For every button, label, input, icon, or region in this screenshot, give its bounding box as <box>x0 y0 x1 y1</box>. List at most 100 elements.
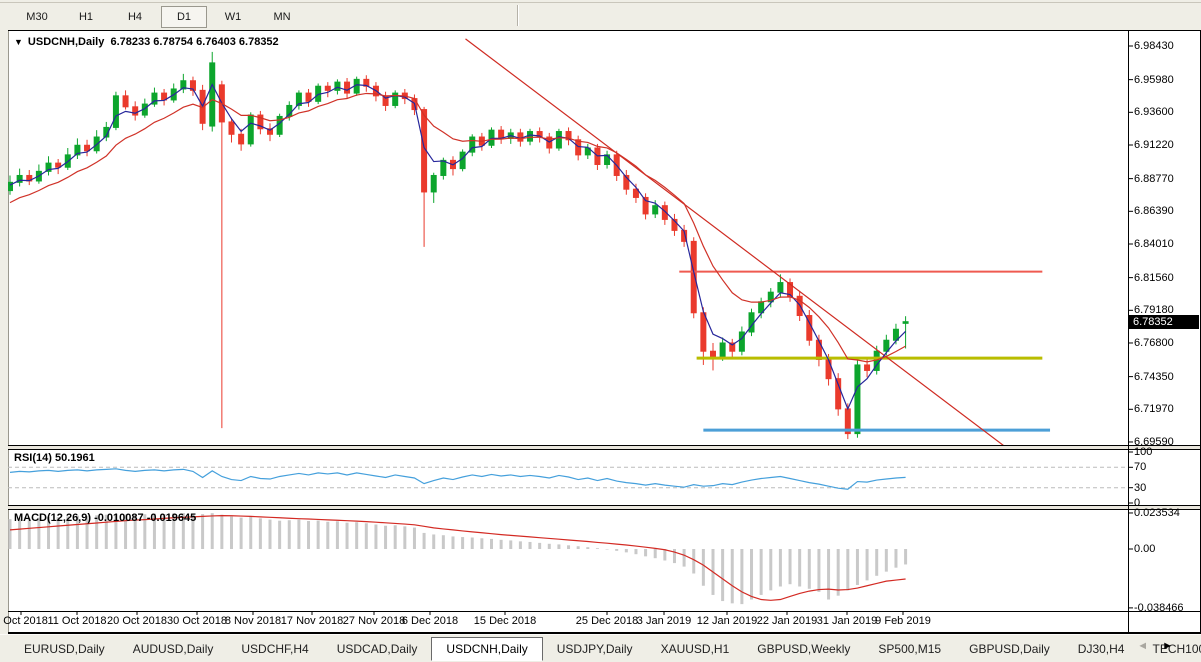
chart-tab-usdcnh-daily[interactable]: USDCNH,Daily <box>431 636 543 661</box>
macd-bar <box>875 549 879 576</box>
macd-bar <box>692 549 696 574</box>
price-axis-label: 6.84010 <box>1134 237 1174 250</box>
macd-bar <box>268 519 272 549</box>
price-axis-label: 6.93600 <box>1134 106 1174 119</box>
main-price-pane <box>8 38 1051 450</box>
macd-values: -0.010087 -0.019645 <box>94 512 197 524</box>
macd-bar <box>470 537 474 549</box>
macd-bar <box>518 541 522 549</box>
price-axis-label: 6.81560 <box>1134 271 1174 284</box>
macd-bar <box>499 539 503 549</box>
macd-bar <box>355 522 359 549</box>
macd-bar <box>547 543 551 549</box>
tab-scroll-left-icon[interactable]: ◄ <box>1137 640 1162 652</box>
macd-bar <box>567 545 571 549</box>
macd-bar <box>576 546 580 549</box>
macd-bar <box>403 526 407 549</box>
price-axis-label: 6.71970 <box>1134 403 1174 416</box>
macd-bar <box>846 549 850 591</box>
chart-tab-audusd-daily[interactable]: AUDUSD,Daily <box>119 638 228 660</box>
chart-tab-sp500-m15[interactable]: SP500,M15 <box>864 638 955 660</box>
macd-bar <box>836 549 840 596</box>
tab-scroll-right-icon[interactable]: ► <box>1162 640 1187 652</box>
macd-bar <box>509 540 513 549</box>
trendline[interactable] <box>465 38 1008 450</box>
chart-tab-usdjpy-daily[interactable]: USDJPY,Daily <box>543 638 647 660</box>
chart-tab-usdchf-h4[interactable]: USDCHF,H4 <box>227 638 322 660</box>
date-axis-label: 11 Oct 2018 <box>47 615 107 627</box>
macd-bar <box>335 521 339 549</box>
chart-menu-icon[interactable]: ▼ <box>14 37 23 47</box>
price-axis-label: 6.95980 <box>1134 73 1174 86</box>
macd-bar <box>461 537 465 549</box>
macd-bar <box>644 549 648 557</box>
date-axis-label: 8 Nov 2018 <box>224 615 282 627</box>
chart-tab-xauusd-h1[interactable]: XAUUSD,H1 <box>647 638 744 660</box>
rsi-axis-label: 70 <box>1134 461 1147 474</box>
macd-bar <box>624 549 628 553</box>
date-axis-label: 22 Jan 2019 <box>756 615 818 627</box>
macd-axis-label: -0.038466 <box>1134 601 1184 614</box>
price-axis-label: 6.91220 <box>1134 138 1174 151</box>
macd-bar <box>287 520 291 549</box>
macd-bar <box>220 514 224 549</box>
rsi-label: RSI(14) 50.1961 <box>14 452 95 464</box>
macd-bar <box>316 520 320 549</box>
macd-bar <box>615 549 619 551</box>
date-axis-label: 9 Feb 2019 <box>875 615 931 627</box>
macd-bar <box>778 549 782 587</box>
ma-slow-line <box>9 92 906 363</box>
macd-bar <box>817 549 821 592</box>
macd-bar <box>653 549 657 559</box>
macd-bar <box>345 522 349 549</box>
macd-bar <box>672 549 676 564</box>
macd-axis-label: 0.00 <box>1134 543 1156 555</box>
chart-canvas[interactable] <box>0 0 1201 662</box>
macd-bar <box>788 549 792 585</box>
price-axis-label: 6.86390 <box>1134 205 1174 218</box>
macd-bar <box>422 532 426 549</box>
macd-bar <box>904 549 908 565</box>
macd-bar <box>364 523 368 549</box>
macd-bar <box>557 544 561 549</box>
chart-tab-gbpusd-daily[interactable]: GBPUSD,Daily <box>955 638 1064 660</box>
macd-bar <box>307 520 311 549</box>
macd-bar <box>384 525 388 549</box>
macd-bar <box>595 548 599 549</box>
macd-bar <box>239 517 243 549</box>
price-axis-label: 6.76800 <box>1134 336 1174 349</box>
macd-bar <box>894 549 898 568</box>
macd-bar <box>663 549 667 561</box>
rsi-line <box>9 468 906 490</box>
macd-label: MACD(12,26,9) -0.010087 -0.019645 <box>14 512 197 524</box>
macd-bar <box>258 518 262 549</box>
chart-tab-dj30-h4[interactable]: DJ30,H4 <box>1064 638 1139 660</box>
macd-bar <box>210 513 214 549</box>
macd-bar <box>229 516 233 549</box>
macd-bar <box>827 549 831 600</box>
rsi-pane <box>8 466 1128 490</box>
macd-bar <box>326 521 330 549</box>
macd-pane <box>8 513 908 605</box>
macd-bar <box>528 541 532 549</box>
macd-bar <box>759 549 763 595</box>
macd-bar <box>884 549 888 572</box>
rsi-value: 50.1961 <box>54 452 95 464</box>
macd-bar <box>682 549 686 567</box>
tab-scroll-arrows: ◄► <box>1137 640 1187 652</box>
macd-bar <box>374 524 378 549</box>
macd-bar <box>769 549 773 591</box>
chart-title[interactable]: ▼ USDCNH,Daily 6.78233 6.78754 6.76403 6.… <box>14 36 279 48</box>
chart-ohlc-values: 6.78233 6.78754 6.76403 6.78352 <box>110 36 279 48</box>
macd-bar <box>721 549 725 602</box>
macd-bar <box>740 549 744 605</box>
macd-bar <box>798 549 802 587</box>
current-price-tag: 6.78352 <box>1129 314 1199 329</box>
macd-bar <box>412 527 416 549</box>
date-axis-label: 12 Jan 2019 <box>696 615 758 627</box>
chart-tab-eurusd-daily[interactable]: EURUSD,Daily <box>10 638 119 660</box>
chart-tab-gbpusd-weekly[interactable]: GBPUSD,Weekly <box>743 638 864 660</box>
macd-bar <box>538 542 542 549</box>
macd-bar <box>201 514 205 549</box>
chart-tab-usdcad-daily[interactable]: USDCAD,Daily <box>323 638 432 660</box>
